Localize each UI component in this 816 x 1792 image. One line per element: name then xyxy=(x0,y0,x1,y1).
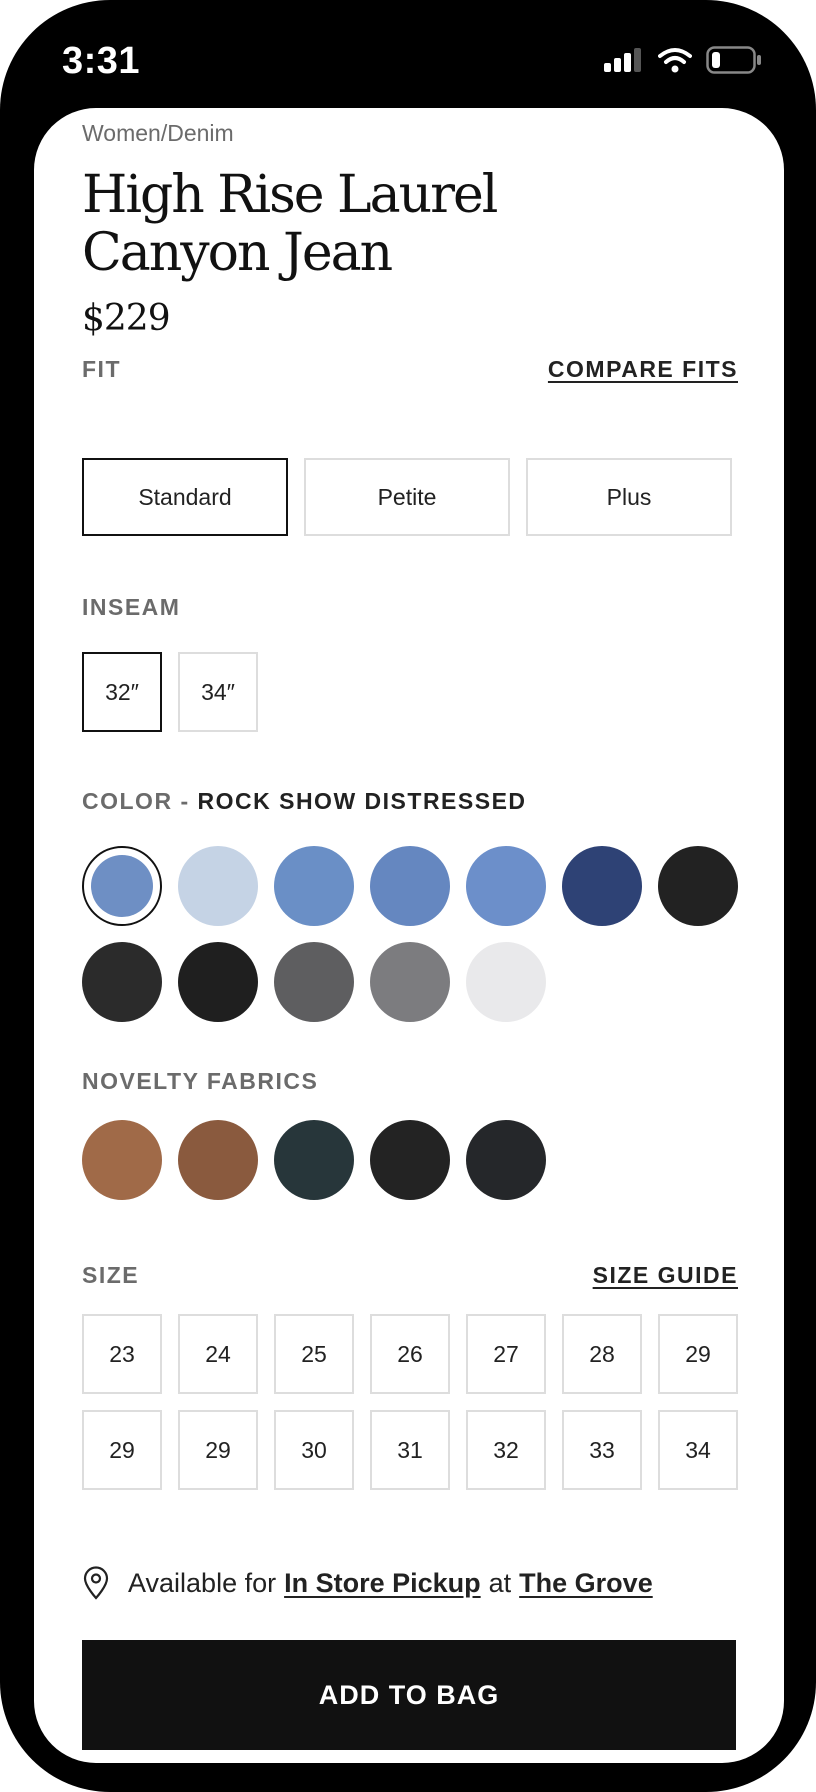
color-swatch[interactable] xyxy=(274,846,354,926)
color-swatch-fill xyxy=(466,942,546,1022)
size-option[interactable]: 25 xyxy=(274,1314,354,1394)
color-swatch[interactable] xyxy=(82,942,162,1022)
status-icons xyxy=(604,46,762,74)
color-swatch-fill xyxy=(370,942,450,1022)
color-swatch-fill xyxy=(91,855,153,917)
inseam-label: INSEAM xyxy=(82,594,181,620)
color-swatch[interactable] xyxy=(274,942,354,1022)
size-option[interactable]: 28 xyxy=(562,1314,642,1394)
inseam-option-32[interactable]: 32″ xyxy=(82,652,162,732)
fit-option-standard[interactable]: Standard xyxy=(82,458,288,536)
add-to-bag-button[interactable]: ADD TO BAG xyxy=(82,1640,736,1750)
novelty-fabrics-label: NOVELTY FABRICS xyxy=(82,1068,319,1094)
color-swatch-fill xyxy=(658,846,738,926)
product-screen: Women/Denim High Rise Laurel Canyon Jean… xyxy=(34,108,784,1763)
size-option[interactable]: 34 xyxy=(658,1410,738,1490)
in-store-pickup-link[interactable]: In Store Pickup xyxy=(284,1568,481,1599)
fit-option-plus[interactable]: Plus xyxy=(526,458,732,536)
inseam-options: 32″ 34″ xyxy=(82,652,258,732)
color-swatch-fill xyxy=(82,942,162,1022)
pickup-prefix: Available for xyxy=(128,1567,277,1598)
size-option[interactable]: 33 xyxy=(562,1410,642,1490)
novelty-swatch[interactable] xyxy=(82,1120,162,1200)
color-swatch[interactable] xyxy=(82,846,162,926)
color-swatch-fill xyxy=(274,942,354,1022)
product-price: $229 xyxy=(82,298,171,339)
size-options-row-2: 29 29 30 31 32 33 34 xyxy=(82,1410,738,1490)
novelty-swatch[interactable] xyxy=(274,1120,354,1200)
novelty-swatch[interactable] xyxy=(370,1120,450,1200)
battery-icon xyxy=(706,46,761,74)
store-link[interactable]: The Grove xyxy=(519,1568,653,1599)
novelty-swatches xyxy=(82,1120,546,1200)
color-swatch-fill xyxy=(178,942,258,1022)
compare-fits-link[interactable]: COMPARE FITS xyxy=(548,356,738,383)
store-pickup-info: Available for In Store Pickup at The Gro… xyxy=(82,1566,653,1600)
cellular-signal-icon xyxy=(604,48,641,72)
fit-option-petite[interactable]: Petite xyxy=(304,458,510,536)
novelty-swatch[interactable] xyxy=(178,1120,258,1200)
wifi-icon xyxy=(658,48,692,73)
color-swatch[interactable] xyxy=(178,846,258,926)
color-swatch[interactable] xyxy=(370,942,450,1022)
selected-color-name: ROCK SHOW DISTRESSED xyxy=(197,788,527,814)
status-time: 3:31 xyxy=(62,40,141,82)
color-label: COLOR - ROCK SHOW DISTRESSED xyxy=(82,788,527,815)
inseam-option-34[interactable]: 34″ xyxy=(178,652,258,732)
color-swatch[interactable] xyxy=(178,942,258,1022)
fit-label: FIT xyxy=(82,356,121,382)
color-swatch-fill xyxy=(178,846,258,926)
size-guide-link[interactable]: SIZE GUIDE xyxy=(593,1262,738,1289)
size-option[interactable]: 31 xyxy=(370,1410,450,1490)
status-bar: 3:31 xyxy=(0,0,816,110)
color-swatch[interactable] xyxy=(466,846,546,926)
size-option[interactable]: 30 xyxy=(274,1410,354,1490)
fit-options: Standard Petite Plus xyxy=(82,458,732,536)
color-swatch-fill xyxy=(274,846,354,926)
color-swatch-fill xyxy=(370,846,450,926)
color-swatch[interactable] xyxy=(562,846,642,926)
size-option[interactable]: 29 xyxy=(658,1314,738,1394)
color-swatch-fill xyxy=(562,846,642,926)
novelty-swatch-fill xyxy=(82,1120,162,1200)
color-label-prefix: COLOR - xyxy=(82,788,198,814)
size-option[interactable]: 27 xyxy=(466,1314,546,1394)
color-swatch[interactable] xyxy=(658,846,738,926)
color-swatch[interactable] xyxy=(370,846,450,926)
novelty-swatch-fill xyxy=(466,1120,546,1200)
pickup-connector: at xyxy=(488,1567,512,1598)
color-swatches-row-2 xyxy=(82,942,546,1022)
size-option[interactable]: 23 xyxy=(82,1314,162,1394)
size-options-row-1: 23 24 25 26 27 28 29 xyxy=(82,1314,738,1394)
size-option[interactable]: 32 xyxy=(466,1410,546,1490)
size-option[interactable]: 29 xyxy=(82,1410,162,1490)
size-label: SIZE xyxy=(82,1262,140,1288)
color-swatches-row-1 xyxy=(82,846,738,926)
size-option[interactable]: 26 xyxy=(370,1314,450,1394)
size-option[interactable]: 24 xyxy=(178,1314,258,1394)
color-swatch[interactable] xyxy=(466,942,546,1022)
product-title: High Rise Laurel Canyon Jean xyxy=(82,166,682,282)
phone-frame: 3:31 Women/Denim High Rise Laurel Canyon… xyxy=(0,0,816,1792)
product-title-line1: High Rise Laurel xyxy=(82,165,498,225)
breadcrumb[interactable]: Women/Denim xyxy=(82,120,234,147)
location-pin-icon xyxy=(83,1566,109,1600)
novelty-swatch[interactable] xyxy=(466,1120,546,1200)
color-swatch-fill xyxy=(466,846,546,926)
size-option[interactable]: 29 xyxy=(178,1410,258,1490)
novelty-swatch-fill xyxy=(370,1120,450,1200)
novelty-swatch-fill xyxy=(274,1120,354,1200)
product-title-line2: Canyon Jean xyxy=(82,223,393,283)
novelty-swatch-fill xyxy=(178,1120,258,1200)
